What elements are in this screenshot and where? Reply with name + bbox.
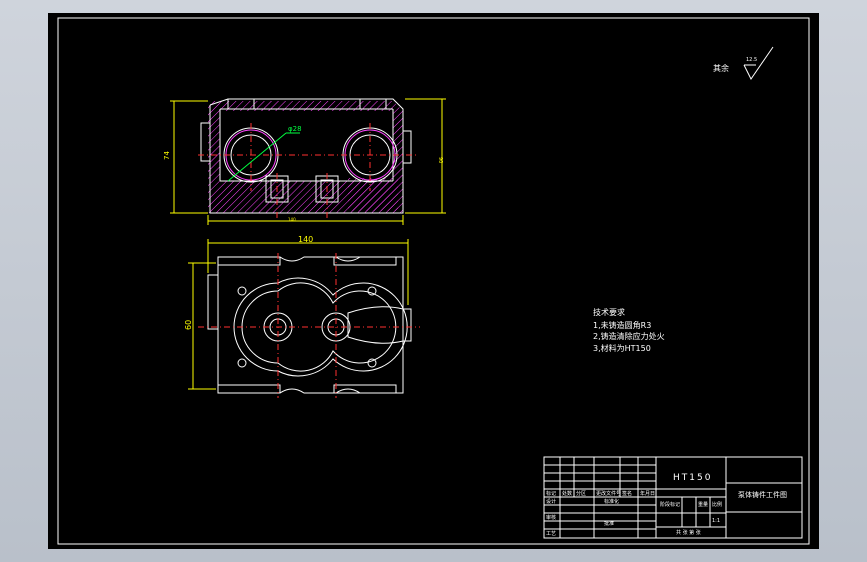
scale-label: 比例 bbox=[712, 501, 722, 508]
plan-view: 140 60 bbox=[184, 235, 420, 398]
top-right-dim: 90 bbox=[437, 157, 443, 163]
surface-finish-symbol: 其余 12.5 bbox=[713, 46, 774, 80]
svg-text:140: 140 bbox=[288, 217, 296, 222]
col-label-zone: 分区 bbox=[576, 490, 586, 497]
approve-label: 批准 bbox=[604, 520, 614, 527]
drawing-frame bbox=[57, 17, 810, 545]
tech-req-item-2: 2,铸造清除应力处火 bbox=[593, 331, 665, 341]
row-label-review: 审核 bbox=[546, 514, 556, 521]
front-section-view: φ28 74 90 140 bbox=[163, 98, 446, 225]
std-label: 标准化 bbox=[604, 498, 619, 505]
surface-finish-label: 其余 bbox=[713, 63, 729, 73]
tech-req-item-1: 1,未铸造圆角R3 bbox=[593, 320, 651, 330]
row-label-mark: 标记 bbox=[546, 490, 556, 497]
drawing-sheet: 其余 12.5 φ28 74 90 140 140 60 技术要求 1,未铸造圆… bbox=[48, 13, 819, 549]
title-block: HT150 泵体铸件工件图 标记 设计 审核 工艺 处数 分区 更改文件号 签名… bbox=[543, 456, 803, 539]
tech-req-title: 技术要求 bbox=[593, 307, 625, 317]
weight-label: 重量 bbox=[698, 501, 708, 508]
col-label-date: 年月日 bbox=[640, 490, 655, 497]
bottom-height-dim: 60 bbox=[184, 320, 193, 330]
row-label-process: 工艺 bbox=[546, 531, 556, 537]
stage-label: 阶段标记 bbox=[660, 501, 680, 508]
part-name-cell: 泵体铸件工件图 bbox=[738, 490, 787, 499]
col-label-count: 处数 bbox=[562, 490, 572, 497]
bottom-width-dim: 140 bbox=[298, 235, 313, 244]
cad-viewport: 其余 12.5 φ28 74 90 140 140 60 技术要求 1,未铸造圆… bbox=[0, 0, 867, 562]
top-height-dim: 74 bbox=[163, 151, 171, 160]
col-label-sign: 签名 bbox=[622, 490, 632, 497]
sheet-label: 共 张 第 张 bbox=[676, 529, 701, 536]
row-label-design: 设计 bbox=[546, 498, 556, 505]
surface-finish-value: 12.5 bbox=[746, 57, 757, 63]
bore-diameter-label: φ28 bbox=[288, 125, 302, 133]
tech-req-item-3: 3,材料为HT150 bbox=[593, 343, 651, 353]
scale-value: 1:1 bbox=[712, 518, 720, 524]
col-label-change: 更改文件号 bbox=[596, 490, 621, 497]
material-cell: HT150 bbox=[673, 473, 712, 483]
drawing-canvas: 其余 12.5 φ28 74 90 140 140 60 技术要求 1,未铸造圆… bbox=[57, 17, 810, 545]
technical-requirements: 技术要求 1,未铸造圆角R3 2,铸造清除应力处火 3,材料为HT150 bbox=[593, 307, 665, 353]
